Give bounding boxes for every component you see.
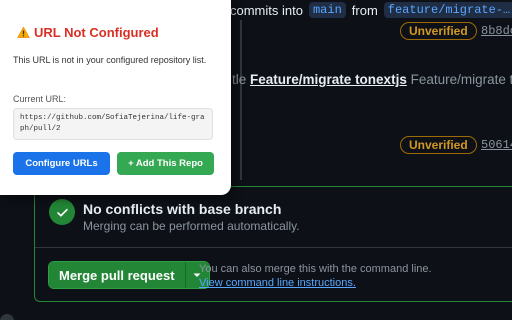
extension-popup: URL Not Configured This URL is not in yo…: [0, 0, 231, 195]
timeline-rail: [240, 20, 242, 180]
commit-sha-link[interactable]: 8b8dc: [481, 24, 512, 38]
merge-status-indicator: [49, 199, 75, 225]
commit-message-row: tle Feature/migrate tonextjs Feature/mig…: [232, 72, 512, 87]
no-conflicts-subtitle: Merging can be performed automatically.: [83, 219, 300, 233]
commit-title-link[interactable]: Feature/migrate tonextjs: [250, 72, 407, 87]
no-conflicts-title: No conflicts with base branch: [83, 201, 282, 217]
current-url-value: https://github.com/SofiaTejerina/life-gr…: [13, 108, 213, 140]
pr-merge-summary: commits into main from feature/migrate-…: [230, 0, 512, 20]
add-this-repo-button[interactable]: + Add This Repo: [117, 152, 214, 175]
commit-row-suffix: Feature/migrate to next: [410, 72, 512, 87]
popup-title: URL Not Configured: [17, 25, 159, 40]
merge-box-divider: [35, 247, 512, 248]
popup-description: This URL is not in your configured repos…: [13, 55, 207, 65]
command-line-hint: You can also merge this with the command…: [199, 263, 432, 275]
unverified-badge[interactable]: Unverified: [400, 22, 477, 40]
commit-sha-link[interactable]: 50614: [481, 138, 512, 152]
command-line-instructions-link[interactable]: View command line instructions.: [199, 277, 356, 289]
unverified-badge[interactable]: Unverified: [400, 136, 477, 154]
timeline-avatar: [0, 314, 14, 320]
merge-summary-prefix: commits into: [230, 2, 303, 18]
merge-pull-request-button-group: Merge pull request: [48, 261, 210, 289]
merge-summary-from: from: [351, 2, 378, 18]
base-branch-label[interactable]: main: [308, 2, 346, 18]
merge-box: No conflicts with base branch Merging ca…: [34, 186, 512, 302]
merge-pull-request-button[interactable]: Merge pull request: [49, 262, 185, 288]
head-branch-label[interactable]: feature/migrate-…: [383, 2, 512, 18]
check-icon: [56, 208, 68, 217]
popup-title-text: URL Not Configured: [34, 25, 159, 40]
warning-icon: [17, 26, 30, 38]
current-url-label: Current URL:: [13, 94, 67, 104]
commit-row-prefix: tle: [232, 72, 247, 87]
configure-urls-button[interactable]: Configure URLs: [13, 152, 110, 175]
